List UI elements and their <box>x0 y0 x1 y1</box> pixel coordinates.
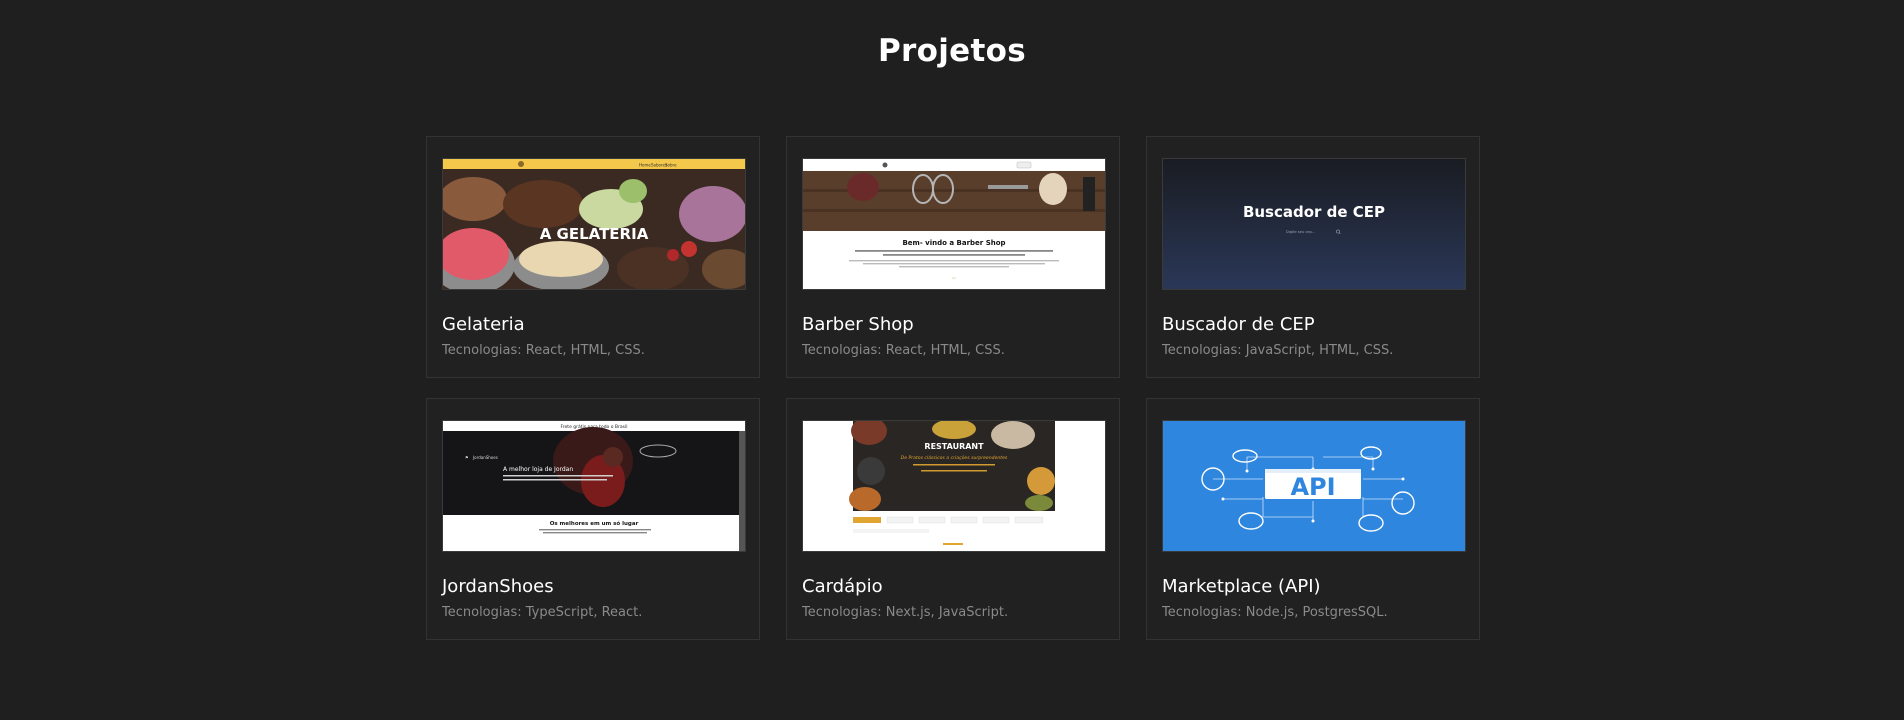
project-preview-image[interactable]: Home Sabores Sobre A GELATERIA <box>442 158 746 290</box>
project-title: JordanShoes <box>442 576 554 597</box>
project-preview-image[interactable]: RESTAURANT De Pratos clássicos a criaçõe… <box>802 420 1106 552</box>
project-card-marketplace-api[interactable]: API Marketplace (API) Tecnologias: Node.… <box>1146 398 1480 640</box>
preview-heading: Buscador de CEP <box>1243 203 1385 221</box>
svg-text:✂: ✂ <box>952 276 956 282</box>
preview-nav-item: Sobre <box>665 163 677 168</box>
project-title: Gelateria <box>442 314 525 335</box>
preview-hero-text: A melhor loja de Jordan <box>503 466 573 473</box>
projects-page: Projetos Home Sabores Sobre A GELATERIA … <box>0 0 1904 720</box>
project-preview-image[interactable]: Frete grátis para todo o Brasil ⚑ Jordan… <box>442 420 746 552</box>
project-title: Buscador de CEP <box>1162 314 1315 335</box>
project-technologies: Tecnologias: Node.js, PostgresSQL. <box>1162 605 1388 620</box>
project-preview-image[interactable]: Buscador de CEP Digite seu cep... <box>1162 158 1466 290</box>
project-technologies: Tecnologias: TypeScript, React. <box>442 605 643 620</box>
cep-preview: Buscador de CEP Digite seu cep... <box>1163 159 1465 289</box>
projects-grid: Home Sabores Sobre A GELATERIA Gelateria… <box>426 136 1480 640</box>
api-preview: API <box>1163 421 1465 551</box>
preview-heading: RESTAURANT <box>924 442 984 451</box>
jordan-preview: Frete grátis para todo o Brasil ⚑ Jordan… <box>443 421 745 551</box>
project-preview-image[interactable]: API <box>1162 420 1466 552</box>
section-title: Projetos <box>878 33 1026 69</box>
preview-tagline: De Pratos clássicos a criações surpreend… <box>901 454 1008 461</box>
gelateria-preview: Home Sabores Sobre A GELATERIA <box>443 159 745 289</box>
project-title: Cardápio <box>802 576 883 597</box>
project-card-barber-shop[interactable]: Bem- vindo a Barber Shop ✂ Barber Shop T… <box>786 136 1120 378</box>
preview-heading: Bem- vindo a Barber Shop <box>902 239 1005 247</box>
cardapio-preview: RESTAURANT De Pratos clássicos a criaçõe… <box>803 421 1105 551</box>
project-technologies: Tecnologias: React, HTML, CSS. <box>802 343 1005 358</box>
preview-brand: JordanShoes <box>472 455 498 460</box>
preview-hero-text: A GELATERIA <box>540 225 649 243</box>
project-title: Barber Shop <box>802 314 914 335</box>
preview-input-placeholder: Digite seu cep... <box>1286 230 1315 234</box>
project-technologies: Tecnologias: React, HTML, CSS. <box>442 343 645 358</box>
preview-api-label: API <box>1290 473 1335 501</box>
project-title: Marketplace (API) <box>1162 576 1321 597</box>
preview-nav-item: Home <box>639 163 651 168</box>
project-card-cardapio[interactable]: RESTAURANT De Pratos clássicos a criaçõe… <box>786 398 1120 640</box>
project-technologies: Tecnologias: Next.js, JavaScript. <box>802 605 1009 620</box>
preview-section-text: Os melhores em um só lugar <box>550 520 639 527</box>
svg-text:⚑: ⚑ <box>465 455 469 460</box>
barber-preview: Bem- vindo a Barber Shop ✂ <box>803 159 1105 289</box>
project-preview-image[interactable]: Bem- vindo a Barber Shop ✂ <box>802 158 1106 290</box>
project-card-jordanshoes[interactable]: Frete grátis para todo o Brasil ⚑ Jordan… <box>426 398 760 640</box>
project-card-gelateria[interactable]: Home Sabores Sobre A GELATERIA Gelateria… <box>426 136 760 378</box>
project-card-buscador-de-cep[interactable]: Buscador de CEP Digite seu cep... Buscad… <box>1146 136 1480 378</box>
project-technologies: Tecnologias: JavaScript, HTML, CSS. <box>1162 343 1394 358</box>
